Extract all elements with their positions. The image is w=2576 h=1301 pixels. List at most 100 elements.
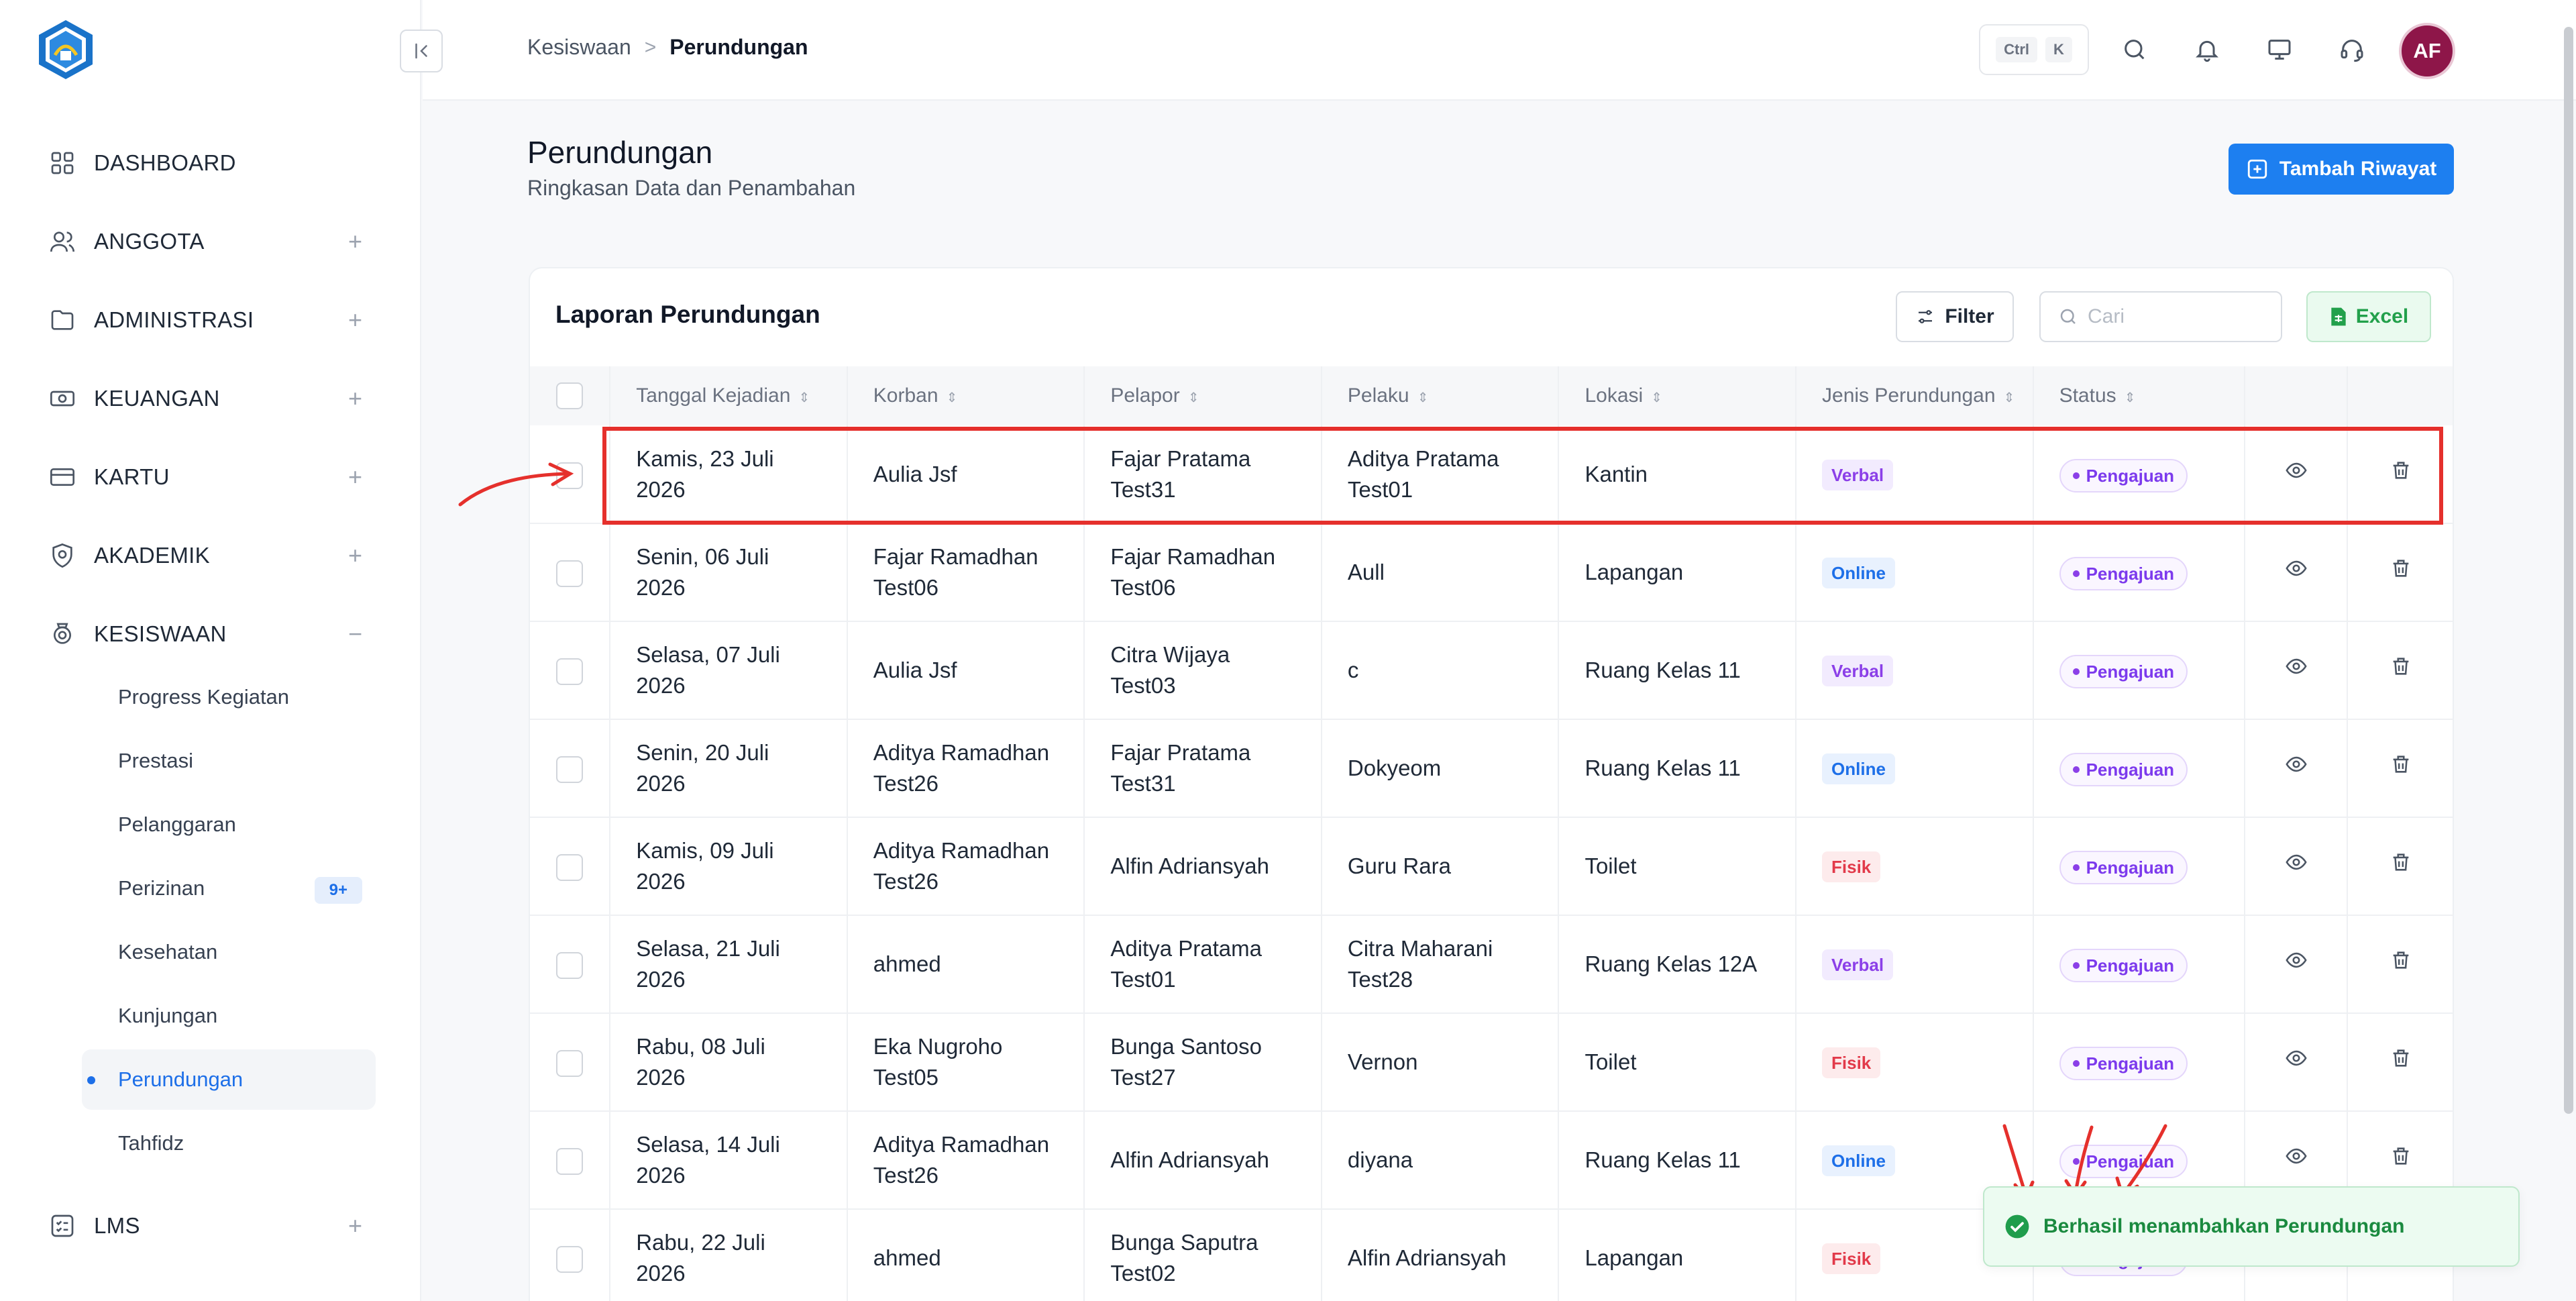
trash-icon[interactable]: [2390, 951, 2412, 976]
search-field[interactable]: [2039, 291, 2282, 342]
trash-icon[interactable]: [2390, 853, 2412, 878]
expand-icon[interactable]: +: [348, 384, 362, 413]
nav-kartu[interactable]: KARTU +: [47, 457, 369, 497]
monitor-icon[interactable]: [2261, 31, 2298, 68]
trash-icon[interactable]: [2390, 560, 2412, 584]
column-header-view: [2244, 366, 2349, 425]
eye-icon[interactable]: [2285, 560, 2308, 584]
nav-akademik[interactable]: AKADEMIK +: [47, 535, 369, 576]
row-checkbox[interactable]: [556, 462, 584, 489]
date-year: 2026: [636, 967, 686, 992]
expand-icon[interactable]: +: [348, 541, 362, 570]
breadcrumb-parent[interactable]: Kesiswaan: [527, 35, 631, 60]
table-row[interactable]: Selasa, 21 Juli 2026 ahmed Aditya Pratama…: [530, 915, 2453, 1013]
sidebar-item-perizinan[interactable]: Perizinan 9+: [82, 858, 376, 919]
expand-icon[interactable]: +: [348, 1212, 362, 1240]
status-text: Pengajuan: [2086, 955, 2175, 976]
table-row[interactable]: Kamis, 23 Juli 2026 Aulia Jsf Fajar Prata…: [530, 425, 2453, 523]
nav-lms[interactable]: LMS +: [47, 1206, 369, 1246]
school-logo[interactable]: [34, 17, 98, 82]
column-header-status[interactable]: Status ⇕: [2033, 366, 2245, 425]
trash-icon[interactable]: [2390, 658, 2412, 682]
trash-icon[interactable]: [2390, 1147, 2412, 1172]
expand-icon[interactable]: +: [348, 306, 362, 334]
sidebar-item-pelanggaran[interactable]: Pelanggaran: [82, 794, 376, 855]
nav-administrasi[interactable]: ADMINISTRASI +: [47, 300, 369, 340]
table-row[interactable]: Rabu, 08 Juli 2026 Eka Nugroho Test05 Bung…: [530, 1013, 2453, 1111]
column-header-date[interactable]: Tanggal Kejadian ⇕: [610, 366, 848, 425]
trash-icon[interactable]: [2390, 1049, 2412, 1074]
search-icon[interactable]: [2116, 31, 2153, 68]
headset-icon[interactable]: [2333, 31, 2371, 68]
nav-anggota[interactable]: ANGGOTA +: [47, 221, 369, 262]
sidebar-item-kunjungan[interactable]: Kunjungan: [82, 986, 376, 1046]
search-input[interactable]: [2088, 305, 2262, 328]
korban-name-suffix: Test26: [873, 1163, 938, 1188]
page-scrollbar[interactable]: [2564, 27, 2573, 1114]
table-row[interactable]: Senin, 06 Juli 2026 Fajar Ramadhan Test06 …: [530, 523, 2453, 621]
row-checkbox[interactable]: [556, 658, 584, 686]
nav-label: KESISWAAN: [94, 621, 227, 646]
collapse-icon[interactable]: −: [348, 620, 362, 648]
expand-icon[interactable]: +: [348, 463, 362, 491]
pelapor-name: Fajar Pratama: [1110, 446, 1251, 471]
date-line: Senin, 06 Juli: [636, 544, 769, 569]
korban-cell: Eka Nugroho Test05: [847, 1013, 1085, 1111]
status-dot: [2072, 472, 2080, 479]
excel-export-button[interactable]: Excel: [2306, 291, 2431, 342]
expand-icon[interactable]: +: [348, 227, 362, 256]
row-checkbox[interactable]: [556, 952, 584, 980]
row-checkbox[interactable]: [556, 560, 584, 588]
trash-icon[interactable]: [2390, 461, 2412, 486]
add-history-button[interactable]: Tambah Riwayat: [2229, 144, 2454, 195]
row-checkbox[interactable]: [556, 1148, 584, 1176]
eye-icon[interactable]: [2285, 756, 2308, 780]
nav-keuangan[interactable]: KEUANGAN +: [47, 378, 369, 419]
command-shortcut-button[interactable]: Ctrl K: [1979, 24, 2089, 75]
count-badge: 9+: [314, 877, 362, 904]
pelaku-name: diyana: [1347, 1147, 1413, 1172]
collapse-sidebar-button[interactable]: [400, 30, 443, 72]
nav-label: ANGGOTA: [94, 229, 205, 254]
nav-kesiswaan[interactable]: KESISWAAN −: [47, 614, 369, 654]
pelaku-name-suffix: Test01: [1347, 476, 1413, 502]
avatar[interactable]: AF: [2399, 23, 2455, 79]
filter-button[interactable]: Filter: [1896, 291, 2014, 342]
trash-icon[interactable]: [2390, 756, 2412, 780]
column-header-pelaku[interactable]: Pelaku ⇕: [1321, 366, 1560, 425]
sub-item-label: Pelanggaran: [118, 813, 236, 836]
eye-icon[interactable]: [2285, 658, 2308, 682]
pelaku-cell: Vernon: [1321, 1013, 1560, 1111]
eye-icon[interactable]: [2285, 951, 2308, 976]
eye-icon[interactable]: [2285, 853, 2308, 878]
column-header-lokasi[interactable]: Lokasi ⇕: [1558, 366, 1797, 425]
table-row[interactable]: Selasa, 07 Juli 2026 Aulia Jsf Citra Wija…: [530, 621, 2453, 719]
sort-icon: ⇕: [1187, 391, 1199, 405]
select-all-checkbox[interactable]: [556, 382, 584, 409]
date-cell: Rabu, 08 Juli 2026: [610, 1013, 848, 1111]
row-checkbox[interactable]: [556, 854, 584, 882]
row-checkbox[interactable]: [556, 1050, 584, 1078]
eye-icon[interactable]: [2285, 1147, 2308, 1172]
sidebar-item-perundungan[interactable]: Perundungan: [82, 1049, 376, 1110]
bell-icon[interactable]: [2188, 31, 2226, 68]
sidebar-item-kesehatan[interactable]: Kesehatan: [82, 922, 376, 982]
jenis-badge: Verbal: [1822, 459, 1894, 490]
nav-dashboard[interactable]: DASHBOARD: [47, 143, 369, 183]
korban-name: Aulia Jsf: [873, 461, 957, 486]
sidebar-item-progress-kegiatan[interactable]: Progress Kegiatan: [82, 667, 376, 727]
table-row[interactable]: Senin, 20 Juli 2026 Aditya Ramadhan Test26…: [530, 719, 2453, 817]
pelapor-name: Fajar Ramadhan: [1110, 544, 1276, 569]
eye-icon[interactable]: [2285, 1049, 2308, 1074]
eye-icon[interactable]: [2285, 462, 2308, 486]
status-dot: [2072, 1060, 2080, 1067]
sidebar-item-prestasi[interactable]: Prestasi: [82, 731, 376, 791]
table-row[interactable]: Kamis, 09 Juli 2026 Aditya Ramadhan Test26…: [530, 817, 2453, 915]
sidebar-item-tahfidz[interactable]: Tahfidz: [82, 1113, 376, 1174]
column-header-korban[interactable]: Korban ⇕: [847, 366, 1085, 425]
row-checkbox[interactable]: [556, 756, 584, 784]
row-checkbox[interactable]: [556, 1246, 584, 1273]
korban-name: Aditya Ramadhan: [873, 838, 1050, 863]
column-header-jenis[interactable]: Jenis Perundungan ⇕: [1796, 366, 2034, 425]
column-header-pelapor[interactable]: Pelapor ⇕: [1084, 366, 1322, 425]
